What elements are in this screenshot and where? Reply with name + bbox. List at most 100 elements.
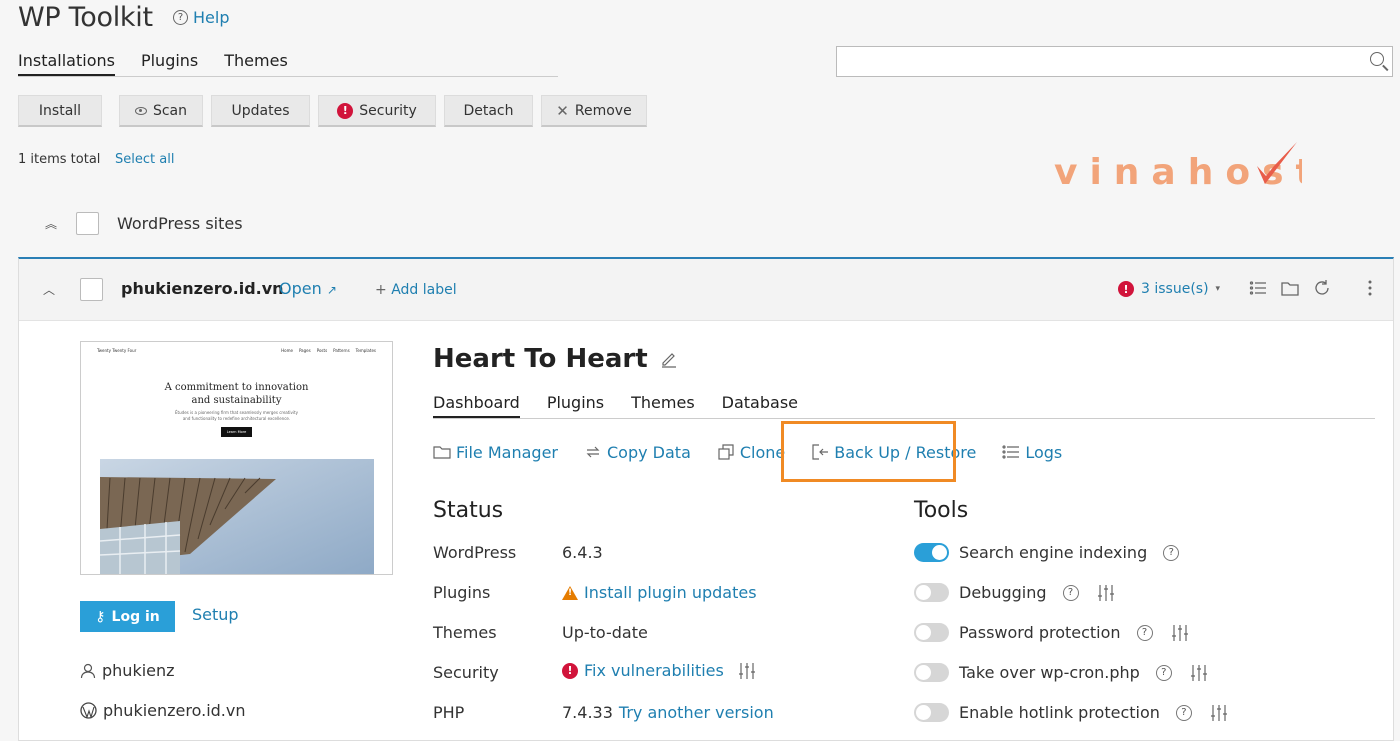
help-icon[interactable]: ? xyxy=(1062,584,1079,601)
toolbar: Install Scan Updates ! Security Detach ✕ R… xyxy=(18,95,647,127)
tab-installations[interactable]: Installations xyxy=(18,51,115,76)
refresh-icon[interactable] xyxy=(1313,279,1331,297)
site-checkbox[interactable] xyxy=(80,278,103,301)
help-label: Help xyxy=(193,8,230,27)
fix-vulnerabilities-link[interactable]: Fix vulnerabilities xyxy=(584,661,724,680)
tool-label: Search engine indexing xyxy=(959,543,1148,562)
scan-label: Scan xyxy=(152,102,188,119)
preview-button: Learn More xyxy=(221,427,252,437)
highlight-box xyxy=(781,421,956,482)
clone-link[interactable]: Clone xyxy=(717,443,785,462)
tool-row: Enable hotlink protection ? xyxy=(914,703,1228,722)
chevron-up-icon[interactable]: ︿ xyxy=(42,281,56,298)
open-link[interactable]: Open ↗ xyxy=(279,279,337,298)
detach-button[interactable]: Detach xyxy=(444,95,533,127)
site-user: phukienz xyxy=(80,661,175,680)
preview-nav-item: Templates xyxy=(355,348,376,353)
help-icon[interactable]: ? xyxy=(1136,624,1153,641)
tab-database[interactable]: Database xyxy=(722,393,798,418)
hotlink-protection-toggle[interactable] xyxy=(914,703,949,722)
issues-dropdown[interactable]: ! 3 issue(s) ▾ xyxy=(1118,281,1220,297)
tool-row: Search engine indexing ? xyxy=(914,543,1180,562)
close-icon: ✕ xyxy=(556,101,569,120)
security-button[interactable]: ! Security xyxy=(318,95,436,127)
logs-link[interactable]: Logs xyxy=(1002,443,1062,462)
tab-dashboard[interactable]: Dashboard xyxy=(433,393,520,418)
settings-sliders-icon[interactable] xyxy=(1190,664,1208,682)
install-plugin-updates-link[interactable]: Install plugin updates xyxy=(584,583,757,602)
wordpress-icon xyxy=(80,702,97,719)
alert-icon: ! xyxy=(562,662,578,679)
preview-photo xyxy=(100,459,374,574)
settings-sliders-icon[interactable] xyxy=(1097,584,1115,602)
updates-button[interactable]: Updates xyxy=(211,95,310,127)
login-label: Log in xyxy=(111,608,160,625)
list-icon[interactable] xyxy=(1249,279,1267,297)
copy-data-link[interactable]: Copy Data xyxy=(584,443,691,462)
status-value: 7.4.33 Try another version xyxy=(562,703,774,722)
status-value: Up-to-date xyxy=(562,623,648,642)
tab-plugins[interactable]: Plugins xyxy=(547,393,604,418)
tool-row: Password protection ? xyxy=(914,623,1189,642)
help-icon: ? xyxy=(173,10,188,25)
tab-plugins[interactable]: Plugins xyxy=(141,51,198,76)
scan-button[interactable]: Scan xyxy=(119,95,203,127)
site-header: ︿ phukienzero.id.vn Open ↗ + Add label !… xyxy=(19,259,1393,321)
help-icon[interactable]: ? xyxy=(1175,704,1192,721)
tool-label: Debugging xyxy=(959,583,1047,602)
select-all-link[interactable]: Select all xyxy=(115,152,174,167)
settings-sliders-icon[interactable] xyxy=(1210,704,1228,722)
remove-button[interactable]: ✕ Remove xyxy=(541,95,647,127)
help-icon[interactable]: ? xyxy=(1155,664,1172,681)
login-button[interactable]: ⚷ Log in xyxy=(80,601,175,632)
preview-nav-item: Patterns xyxy=(333,348,350,353)
tab-themes[interactable]: Themes xyxy=(631,393,695,418)
preview-headline-line: A commitment to innovation xyxy=(164,382,309,393)
preview-headline-line: and sustainability xyxy=(191,395,282,406)
collapse-all-icon[interactable]: ︽ xyxy=(44,215,58,232)
file-manager-label: File Manager xyxy=(456,442,558,462)
group-checkbox[interactable] xyxy=(76,212,99,235)
try-another-version-link[interactable]: Try another version xyxy=(619,703,774,722)
help-icon[interactable]: ? xyxy=(1163,544,1180,561)
vinahost-logo: vinahost xyxy=(1054,142,1302,190)
install-label: Install xyxy=(38,102,82,119)
edit-icon[interactable] xyxy=(660,350,678,368)
user-name: phukienz xyxy=(102,661,175,680)
user-icon xyxy=(80,663,96,678)
tool-label: Enable hotlink protection xyxy=(959,703,1160,722)
search-indexing-toggle[interactable] xyxy=(914,543,949,562)
add-label-button[interactable]: + Add label xyxy=(375,282,457,298)
status-label: Themes xyxy=(433,623,497,642)
install-button[interactable]: Install xyxy=(18,95,102,127)
sync-icon xyxy=(586,446,600,458)
wordpress-version: 6.4.3 xyxy=(562,543,603,562)
preview-nav-item: Posts xyxy=(316,348,328,353)
app-title: WP Toolkit xyxy=(18,2,153,33)
site-title-text: Heart To Heart xyxy=(433,344,648,374)
status-value: 6.4.3 xyxy=(562,543,603,562)
password-protection-toggle[interactable] xyxy=(914,623,949,642)
tools-heading: Tools xyxy=(914,498,969,523)
open-label: Open xyxy=(279,279,322,298)
tab-themes[interactable]: Themes xyxy=(224,51,288,76)
more-icon[interactable] xyxy=(1361,279,1379,297)
settings-sliders-icon[interactable] xyxy=(738,662,756,680)
detach-label: Detach xyxy=(463,102,514,119)
site-preview[interactable]: Twenty Twenty Four Home Pages Posts Patt… xyxy=(80,341,393,575)
tool-label: Take over wp-cron.php xyxy=(959,663,1140,682)
settings-sliders-icon[interactable] xyxy=(1171,624,1189,642)
site-domain[interactable]: phukienzero.id.vn xyxy=(121,279,284,298)
file-manager-link[interactable]: File Manager xyxy=(433,443,558,462)
help-link[interactable]: ? Help xyxy=(173,8,229,27)
status-heading: Status xyxy=(433,498,504,523)
wp-cron-toggle[interactable] xyxy=(914,663,949,682)
debugging-toggle[interactable] xyxy=(914,583,949,602)
status-label: Security xyxy=(433,663,499,682)
folder-icon[interactable] xyxy=(1281,279,1299,297)
alert-icon: ! xyxy=(1118,281,1134,297)
setup-link[interactable]: Setup xyxy=(192,605,239,624)
search-input[interactable] xyxy=(836,46,1393,77)
preview-nav-item: Pages xyxy=(298,348,311,353)
search-icon[interactable] xyxy=(1370,52,1384,66)
